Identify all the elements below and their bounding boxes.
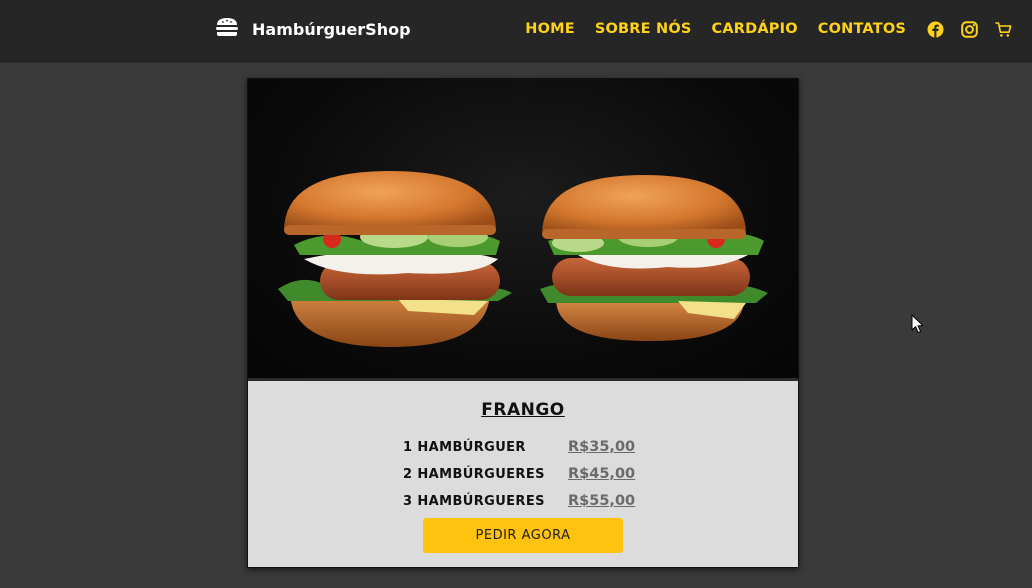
price-value-link[interactable]: R$55,00	[568, 493, 635, 509]
price-row: 2 HAMBÚRGUERES R$45,00	[403, 464, 663, 484]
price-label: 3 HAMBÚRGUERES	[403, 493, 545, 509]
brand-name: HambúrguerShop	[252, 19, 411, 39]
top-navbar: HambúrguerShop HOME SOBRE NÓS CARDÁPIO C…	[0, 0, 1032, 63]
price-value-link[interactable]: R$35,00	[568, 439, 635, 455]
price-label: 1 HAMBÚRGUER	[403, 439, 526, 455]
brand[interactable]: HambúrguerShop	[215, 17, 411, 41]
right-burger-graphic	[540, 175, 768, 341]
nav-about-link[interactable]: SOBRE NÓS	[595, 21, 692, 37]
order-now-button[interactable]: PEDIR AGORA	[423, 518, 623, 553]
nav-home-link[interactable]: HOME	[525, 21, 575, 37]
burger-icon	[215, 17, 239, 41]
product-card: FRANGO 1 HAMBÚRGUER R$35,00 2 HAMBÚRGUER…	[247, 78, 799, 568]
product-photo	[248, 79, 798, 381]
price-row: 3 HAMBÚRGUERES R$55,00	[403, 491, 663, 511]
product-title: FRANGO	[481, 400, 565, 420]
price-value-link[interactable]: R$45,00	[568, 466, 635, 482]
instagram-icon[interactable]	[960, 20, 978, 38]
main-nav: HOME SOBRE NÓS CARDÁPIO CONTATOS	[525, 17, 1012, 41]
nav-contacts-link[interactable]: CONTATOS	[818, 21, 906, 37]
nav-menu-link[interactable]: CARDÁPIO	[712, 21, 798, 37]
left-burger-graphic	[278, 171, 512, 347]
mouse-cursor-icon	[911, 314, 925, 338]
product-details: FRANGO 1 HAMBÚRGUER R$35,00 2 HAMBÚRGUER…	[248, 384, 798, 567]
facebook-icon[interactable]	[926, 20, 944, 38]
price-row: 1 HAMBÚRGUER R$35,00	[403, 437, 663, 457]
price-label: 2 HAMBÚRGUERES	[403, 466, 545, 482]
cart-icon[interactable]	[994, 20, 1012, 38]
